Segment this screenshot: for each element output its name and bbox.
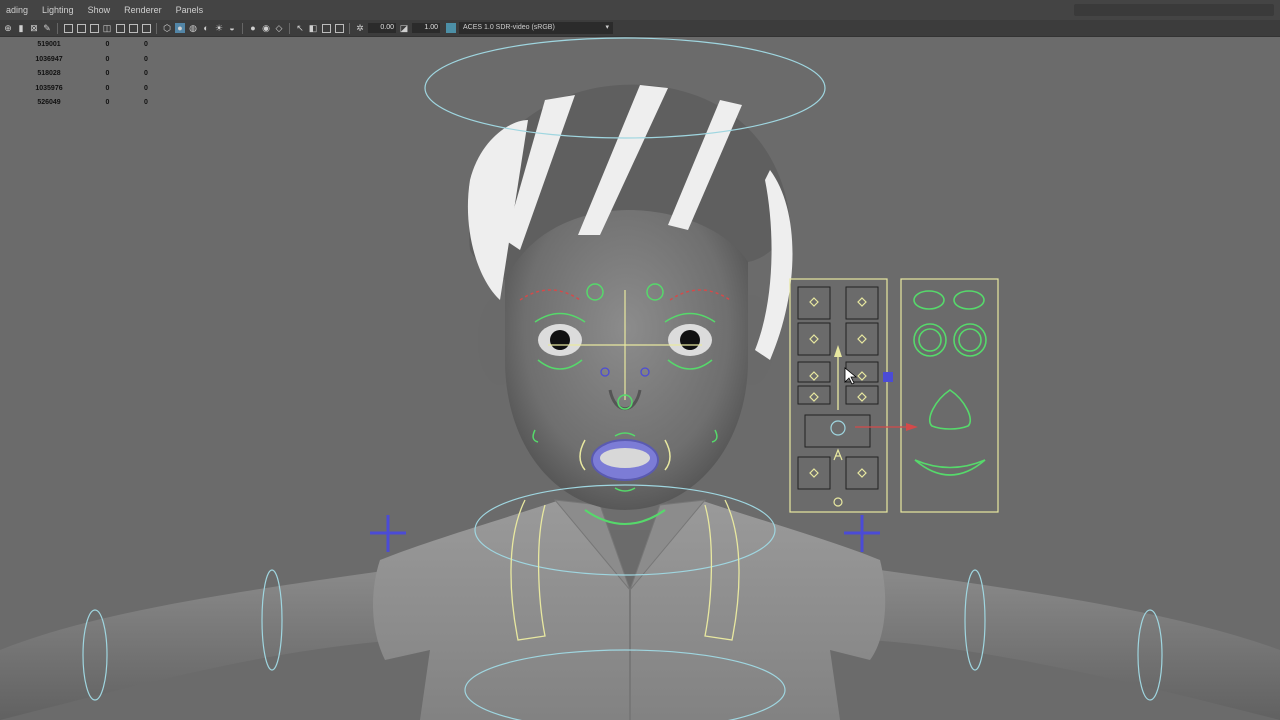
menu-show[interactable]: Show — [88, 0, 111, 20]
hud-value: 0 — [105, 99, 110, 107]
antialias-icon[interactable]: ◇ — [274, 23, 284, 33]
textured-icon[interactable]: ◐ — [201, 23, 211, 33]
color-management-dropdown[interactable]: ACES 1.0 SDR-video (sRGB) ▾ — [459, 22, 613, 34]
color-management-label: ACES 1.0 SDR-video (sRGB) — [463, 24, 555, 31]
resolution-gate-icon[interactable] — [90, 23, 99, 33]
ambient-occlusion-icon[interactable]: ● — [248, 23, 258, 33]
left-pupil — [550, 330, 570, 350]
isolate-select-icon[interactable]: ↖ — [295, 23, 305, 33]
hud-row: 1036947 0 0 — [14, 53, 161, 68]
safe-title-icon[interactable] — [142, 23, 151, 33]
camera-attributes-icon[interactable]: ▮ — [16, 23, 26, 33]
toolbar-separator — [57, 22, 58, 34]
hud-row: 519001 0 0 — [14, 38, 161, 53]
hud-row: 518028 0 0 — [14, 67, 161, 82]
hud-value: 0 — [144, 99, 148, 107]
toolbar-separator — [289, 22, 290, 34]
select-camera-icon[interactable]: ⊕ — [3, 23, 13, 33]
panel-toolbar: ⊕ ▮ ⊠ ✎ ◫ ⬡ ● ◍ ◐ ☀ ◒ ● ◉ ◇ ↖ ◧ ✲ 0.00 ◪… — [0, 20, 1280, 37]
view-transform-icon[interactable] — [446, 23, 456, 33]
mouth-teeth — [600, 448, 650, 468]
exposure-icon[interactable]: ✲ — [355, 23, 365, 33]
hud-count: 1035976 — [35, 84, 63, 92]
hud-value: 0 — [144, 41, 148, 48]
exposure-field[interactable]: 0.00 — [368, 23, 396, 33]
chevron-down-icon: ▾ — [605, 24, 609, 31]
viewport-3d[interactable] — [0, 37, 1280, 720]
hud-value: 0 — [105, 84, 110, 92]
grid-icon[interactable] — [64, 23, 73, 33]
window-bar — [1074, 4, 1274, 16]
menu-panels[interactable]: Panels — [176, 0, 204, 20]
poly-count-hud: 519001 0 0 1036947 0 0 518028 0 0 103597… — [14, 38, 161, 111]
menu-bar: ading Lighting Show Renderer Panels — [0, 0, 1280, 20]
xray-active-components-icon[interactable] — [322, 23, 331, 33]
toolbar-separator — [349, 22, 350, 34]
hud-count: 526049 — [37, 99, 61, 107]
hud-value: 0 — [144, 84, 148, 92]
hud-value: 0 — [144, 55, 148, 63]
smooth-shade-icon[interactable]: ● — [175, 23, 185, 33]
xray-joints-icon[interactable] — [335, 23, 344, 33]
hud-count: 518028 — [37, 70, 61, 78]
gamma-field[interactable]: 1.00 — [412, 23, 440, 33]
image-plane-icon[interactable]: ✎ — [42, 23, 52, 33]
hud-row: 526049 0 0 — [14, 96, 161, 111]
xray-icon[interactable]: ◧ — [308, 23, 318, 33]
hud-count: 519001 — [37, 41, 61, 48]
manipulator-center-handle[interactable] — [883, 372, 893, 382]
lighting-icon[interactable]: ☀ — [214, 23, 224, 33]
hud-value: 0 — [105, 55, 110, 63]
hud-value: 0 — [105, 70, 110, 78]
gate-mask-icon[interactable]: ◫ — [102, 23, 112, 33]
film-gate-icon[interactable] — [77, 23, 86, 33]
menu-renderer[interactable]: Renderer — [124, 0, 162, 20]
motion-blur-icon[interactable]: ◉ — [261, 23, 271, 33]
hud-value: 0 — [105, 41, 110, 48]
menu-lighting[interactable]: Lighting — [42, 0, 74, 20]
shadows-icon[interactable]: ◒ — [227, 23, 237, 33]
hud-value: 0 — [144, 70, 148, 78]
field-chart-icon[interactable] — [116, 23, 125, 33]
hud-count: 1036947 — [35, 55, 63, 63]
right-pupil — [680, 330, 700, 350]
wireframe-icon[interactable]: ⬡ — [162, 23, 172, 33]
gamma-icon[interactable]: ◪ — [399, 23, 409, 33]
safe-action-icon[interactable] — [129, 23, 138, 33]
menu-shading[interactable]: ading — [6, 0, 28, 20]
bookmark-icon[interactable]: ⊠ — [29, 23, 39, 33]
wireframe-on-shaded-icon[interactable]: ◍ — [188, 23, 198, 33]
hud-row: 1035976 0 0 — [14, 82, 161, 97]
toolbar-separator — [156, 22, 157, 34]
toolbar-separator — [242, 22, 243, 34]
